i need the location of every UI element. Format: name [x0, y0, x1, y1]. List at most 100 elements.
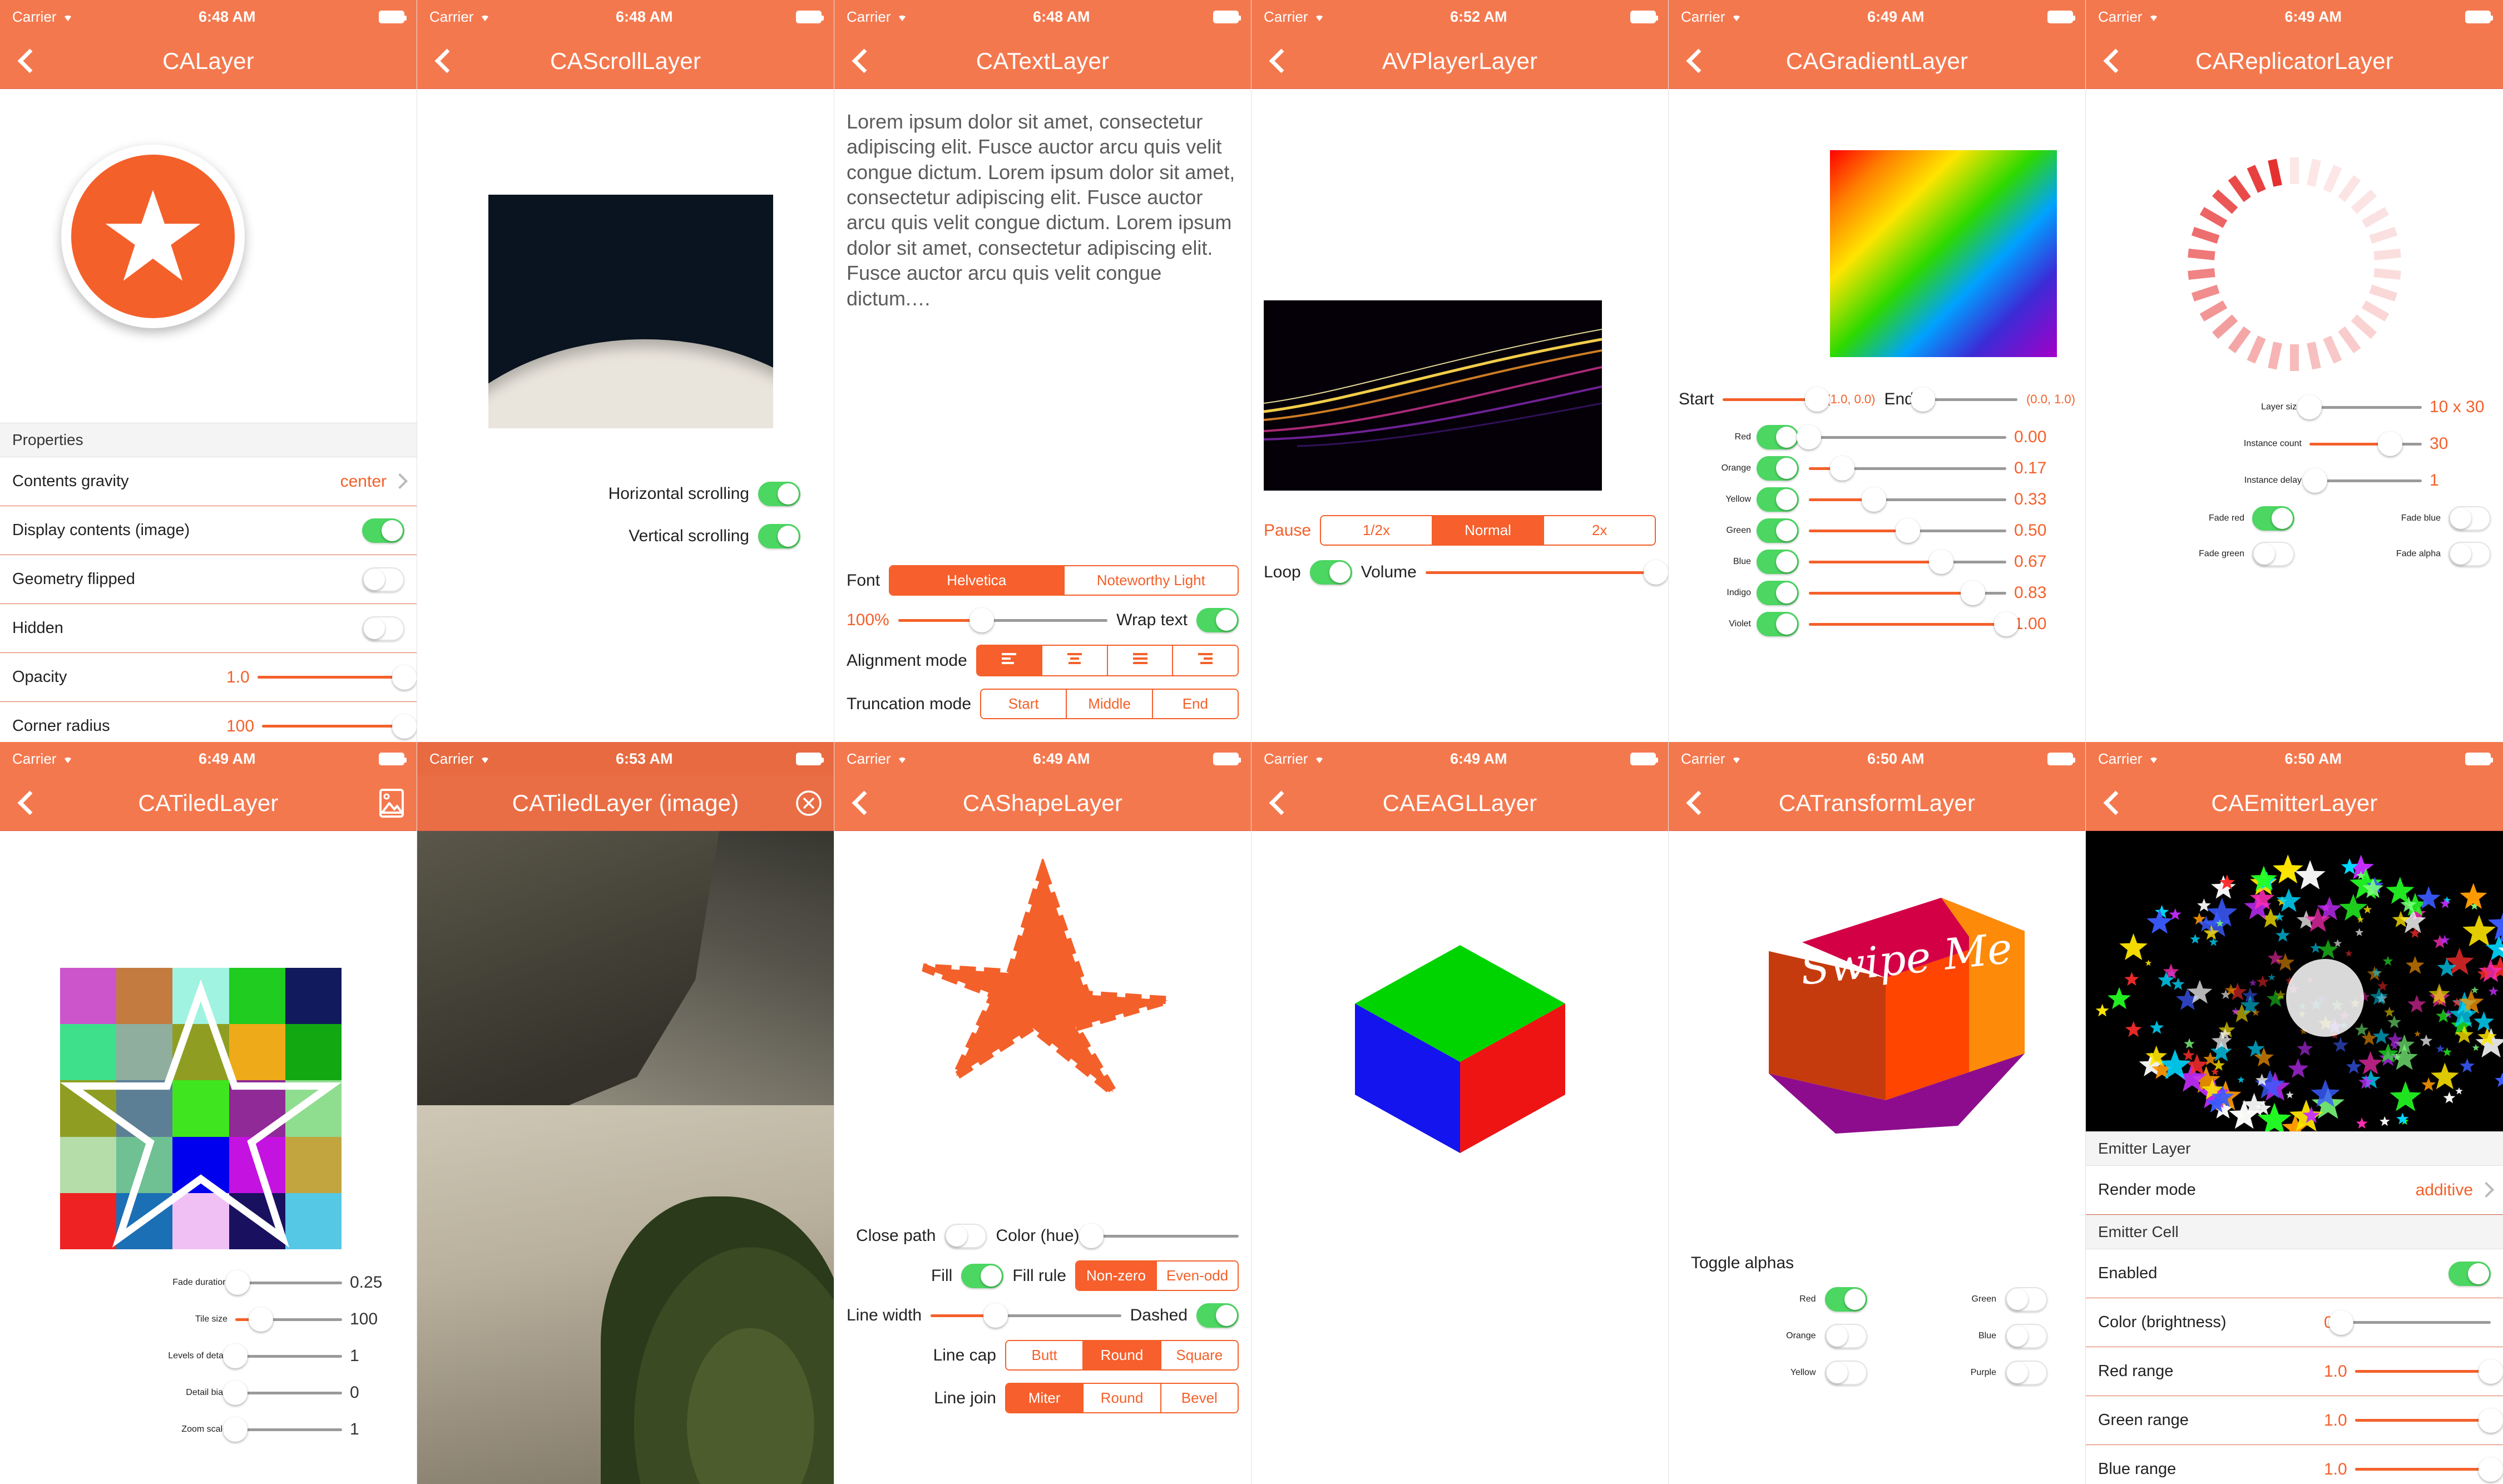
fill-rule-segmented-control[interactable]: Non-zero Even-odd: [1075, 1260, 1239, 1291]
font-option-helvetica[interactable]: Helvetica: [890, 566, 1065, 595]
fade-duration-slider[interactable]: [225, 1270, 342, 1295]
table-row-opacity[interactable]: Opacity 1.0: [0, 653, 417, 702]
blue-switch[interactable]: [1757, 550, 1799, 574]
loop-switch[interactable]: [1309, 560, 1352, 585]
green-slider[interactable]: [1809, 518, 2006, 543]
align-justify-icon[interactable]: [1107, 646, 1174, 675]
dashed-switch[interactable]: [1196, 1303, 1239, 1328]
truncation-option-start[interactable]: Start: [981, 690, 1067, 718]
back-button[interactable]: [0, 791, 50, 815]
line-join-segmented-control[interactable]: Miter Round Bevel: [1005, 1383, 1239, 1413]
zoom-scale-slider[interactable]: [223, 1417, 342, 1442]
alpha-blue-switch[interactable]: [2005, 1324, 2047, 1348]
volume-slider[interactable]: [1425, 560, 1668, 585]
red-slider[interactable]: [1797, 425, 2006, 449]
horizontal-scrolling-row[interactable]: Horizontal scrolling: [417, 478, 800, 509]
rate-option-double[interactable]: 2x: [1544, 516, 1655, 545]
levels-of-detail-slider[interactable]: [223, 1344, 342, 1368]
green-switch[interactable]: [1757, 518, 1799, 543]
table-row-corner-radius[interactable]: Corner radius 100: [0, 702, 417, 742]
horizontal-scrolling-switch[interactable]: [758, 482, 800, 506]
detail-bias-slider[interactable]: [223, 1381, 342, 1405]
align-center-icon[interactable]: [1042, 646, 1108, 675]
scale-slider[interactable]: [898, 608, 1108, 632]
photo-button[interactable]: [367, 788, 417, 818]
close-path-switch[interactable]: [944, 1224, 987, 1248]
fill-rule-option-evenodd[interactable]: Even-odd: [1157, 1262, 1238, 1290]
fade-green-switch[interactable]: [2252, 542, 2294, 566]
line-join-option-miter[interactable]: Miter: [1006, 1384, 1084, 1412]
orange-switch[interactable]: [1757, 456, 1799, 481]
line-cap-option-butt[interactable]: Butt: [1006, 1341, 1084, 1369]
back-button[interactable]: [1669, 791, 1719, 815]
back-button[interactable]: [2086, 49, 2136, 73]
violet-switch[interactable]: [1757, 612, 1799, 636]
opacity-slider[interactable]: [257, 665, 417, 690]
vertical-scrolling-row[interactable]: Vertical scrolling: [417, 521, 800, 552]
start-slider[interactable]: [1723, 387, 1830, 412]
font-segmented-control[interactable]: Helvetica Noteworthy Light: [889, 565, 1239, 596]
table-row-red-range[interactable]: Red range 1.0: [2086, 1347, 2503, 1396]
table-row-color-brightness[interactable]: Color (brightness) 0: [2086, 1298, 2503, 1347]
layer-size-slider[interactable]: [2297, 395, 2422, 419]
table-row-geometry-flipped[interactable]: Geometry flipped: [0, 555, 417, 604]
back-button[interactable]: [834, 49, 884, 73]
yellow-slider[interactable]: [1809, 487, 2006, 512]
truncation-option-middle[interactable]: Middle: [1067, 690, 1153, 718]
line-join-option-round[interactable]: Round: [1084, 1384, 1161, 1412]
table-row-green-range[interactable]: Green range 1.0: [2086, 1396, 2503, 1445]
line-cap-segmented-control[interactable]: Butt Round Square: [1005, 1340, 1239, 1371]
blue-slider[interactable]: [1809, 550, 2006, 574]
fill-rule-option-nonzero[interactable]: Non-zero: [1076, 1262, 1157, 1290]
table-row-hidden[interactable]: Hidden: [0, 604, 417, 653]
fade-blue-switch[interactable]: [2448, 506, 2491, 531]
end-slider[interactable]: [1910, 387, 2017, 412]
orange-slider[interactable]: [1809, 456, 2006, 481]
back-button[interactable]: [0, 49, 50, 73]
back-button[interactable]: [1252, 49, 1302, 73]
enabled-switch[interactable]: [2448, 1261, 2491, 1286]
table-row-render-mode[interactable]: Render mode additive: [2086, 1166, 2503, 1215]
align-left-icon[interactable]: [977, 646, 1043, 675]
color-brightness-slider[interactable]: [2328, 1310, 2491, 1335]
table-row-contents-gravity[interactable]: Contents gravity center: [0, 457, 417, 506]
display-contents-switch[interactable]: [362, 518, 404, 543]
alpha-red-switch[interactable]: [1824, 1287, 1867, 1312]
line-cap-option-round[interactable]: Round: [1084, 1341, 1161, 1369]
rate-option-normal[interactable]: Normal: [1432, 516, 1545, 545]
line-join-option-bevel[interactable]: Bevel: [1161, 1384, 1238, 1412]
red-switch[interactable]: [1757, 425, 1799, 449]
transform-cube[interactable]: Swipe Me: [1735, 898, 2025, 1137]
alpha-yellow-switch[interactable]: [1824, 1361, 1867, 1385]
blue-range-slider[interactable]: [2354, 1457, 2503, 1482]
table-row-display-contents[interactable]: Display contents (image): [0, 506, 417, 555]
geometry-flipped-switch[interactable]: [362, 567, 404, 592]
fade-red-switch[interactable]: [2252, 506, 2294, 531]
hidden-switch[interactable]: [362, 616, 404, 641]
fill-switch[interactable]: [961, 1263, 1004, 1288]
instance-delay-slider[interactable]: [2303, 468, 2422, 493]
back-button[interactable]: [1669, 49, 1719, 73]
fade-alpha-switch[interactable]: [2448, 542, 2491, 566]
pause-button[interactable]: Pause: [1264, 521, 1311, 540]
instance-count-slider[interactable]: [2309, 432, 2422, 456]
indigo-switch[interactable]: [1757, 581, 1799, 605]
back-button[interactable]: [417, 49, 467, 73]
table-row-blue-range[interactable]: Blue range 1.0: [2086, 1445, 2503, 1484]
rate-option-half[interactable]: 1/2x: [1321, 516, 1433, 545]
alignment-segmented-control[interactable]: [976, 645, 1239, 676]
truncation-segmented-control[interactable]: Start Middle End: [980, 689, 1239, 719]
alpha-purple-switch[interactable]: [2005, 1361, 2047, 1385]
yellow-switch[interactable]: [1757, 487, 1799, 512]
align-right-icon[interactable]: [1173, 646, 1238, 675]
indigo-slider[interactable]: [1809, 581, 2006, 605]
color-hue-slider[interactable]: [1079, 1224, 1239, 1248]
violet-slider[interactable]: [1809, 612, 2019, 636]
corner-radius-slider[interactable]: [262, 714, 417, 739]
alpha-orange-switch[interactable]: [1824, 1324, 1867, 1348]
red-range-slider[interactable]: [2354, 1359, 2503, 1384]
rate-segmented-control[interactable]: 1/2x Normal 2x: [1320, 515, 1656, 546]
back-button[interactable]: [1252, 791, 1302, 815]
truncation-option-end[interactable]: End: [1152, 690, 1238, 718]
close-button[interactable]: [784, 789, 834, 817]
